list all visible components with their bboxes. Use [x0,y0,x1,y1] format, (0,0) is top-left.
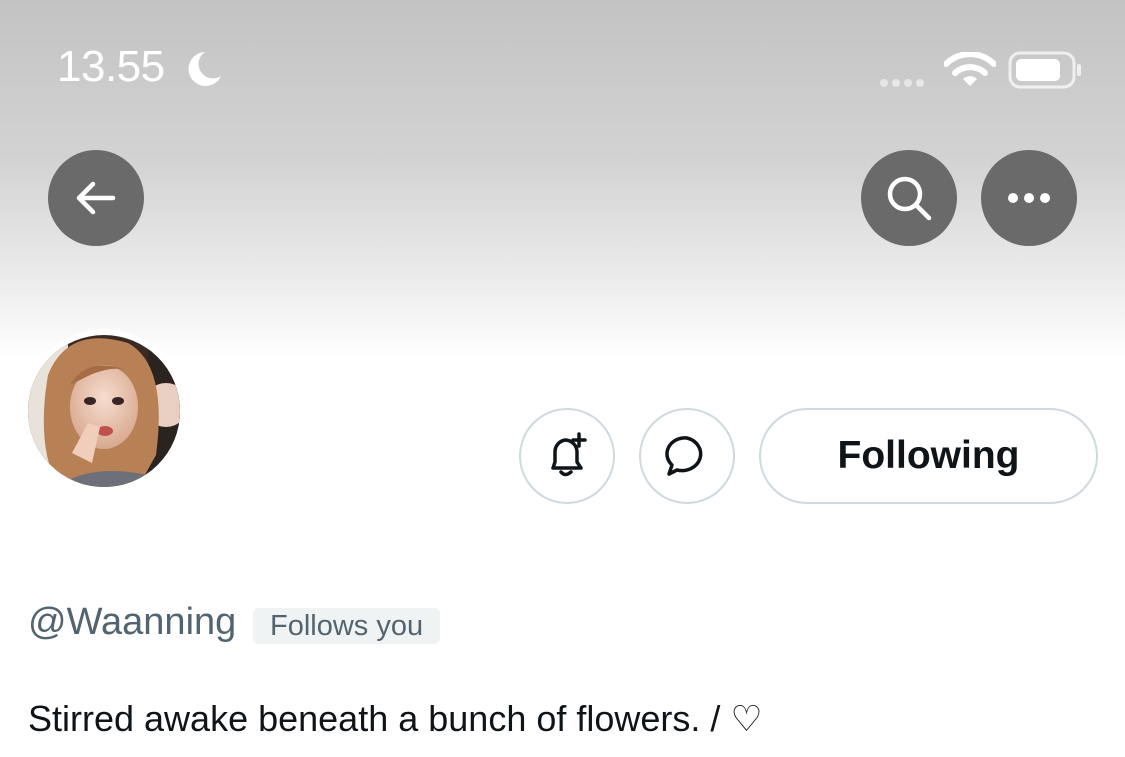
search-button[interactable] [861,150,957,246]
search-icon [887,176,932,221]
avatar-image [28,335,180,487]
arrow-left-icon [76,181,116,215]
signal-dots-icon [880,74,928,92]
moon-icon [188,52,221,86]
back-button[interactable] [48,150,144,246]
profile-bio: Stirred awake beneath a bunch of flowers… [28,698,763,739]
wifi-icon [944,52,996,86]
message-bubble-icon [665,436,703,476]
message-button[interactable] [639,408,735,504]
notify-button[interactable] [519,408,615,504]
profile-handle: @Waanning [28,601,237,643]
follows-you-badge: Follows you [253,608,441,644]
more-options-button[interactable] [981,150,1077,246]
following-button[interactable]: Following [759,408,1098,504]
status-time: 13.55 [57,42,165,91]
battery-icon [1008,51,1081,89]
more-horizontal-icon [1008,193,1050,203]
bell-plus-icon [551,432,587,477]
avatar[interactable] [22,329,186,493]
